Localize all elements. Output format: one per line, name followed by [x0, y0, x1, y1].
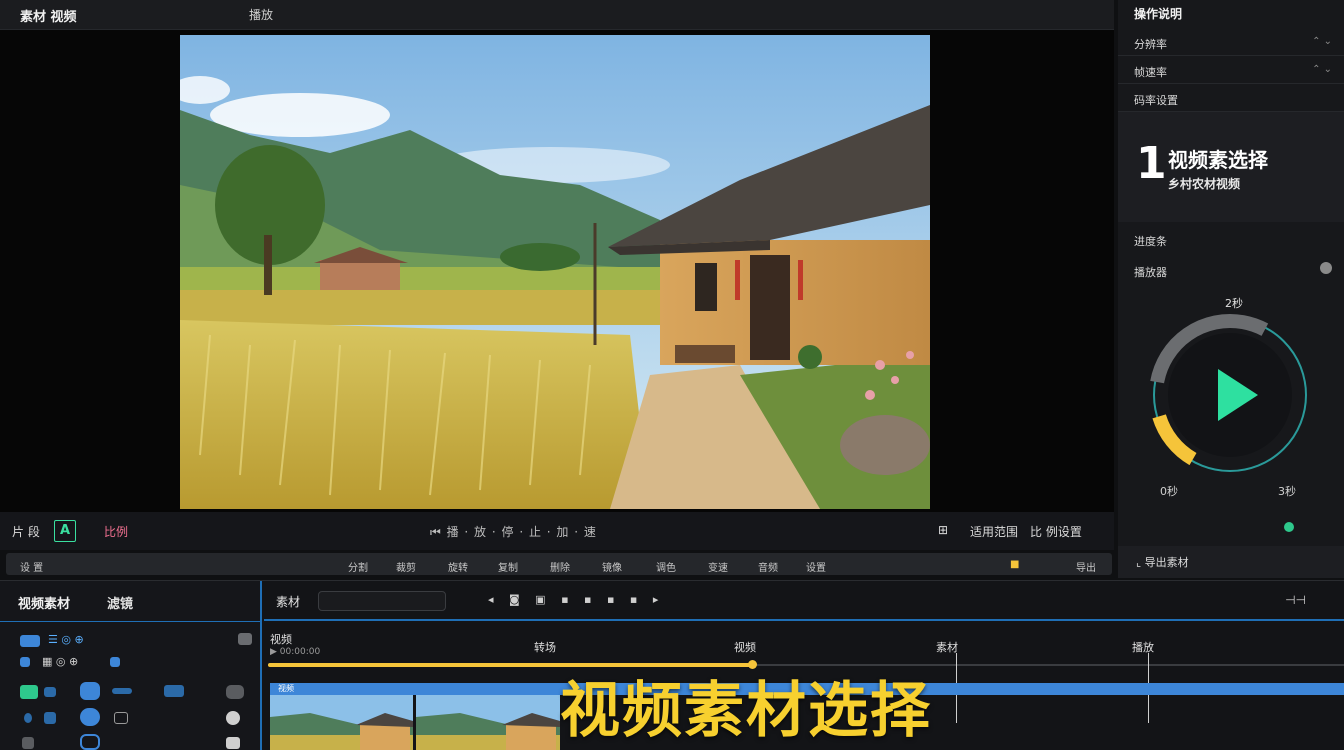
cloud-icon[interactable] [226, 685, 244, 699]
player-label: 播放器 [1134, 266, 1167, 279]
step-badge: 1 视频素选择 乡村农材视频 [1118, 112, 1344, 222]
properties-panel: 操作说明 分辨率 ⌃ ⌄ 帧速率 ⌃ ⌄ 码率设置 1 视频素选择 乡村农材视频… [1118, 0, 1344, 578]
timer-icon[interactable] [226, 711, 240, 725]
video-preview[interactable] [0, 30, 1114, 512]
bullet-icon [20, 657, 30, 667]
ring-left-label: 0秒 [1160, 485, 1178, 498]
library-menu-icon[interactable] [238, 633, 252, 645]
link-icon[interactable] [112, 688, 132, 694]
split-button[interactable]: 分割 [348, 559, 368, 574]
playhead-handle[interactable] [748, 660, 757, 669]
misc-icon[interactable] [22, 737, 34, 749]
folder-icon[interactable] [20, 635, 40, 647]
player-options-icon[interactable] [1320, 262, 1332, 274]
framerate-stepper[interactable]: ⌃ ⌄ [1312, 64, 1332, 75]
rounded-square-icon[interactable] [80, 734, 100, 750]
framerate-label: 帧速率 [1134, 66, 1167, 79]
color-label[interactable]: 比例 [104, 523, 128, 540]
settings-small-icon[interactable] [226, 737, 240, 749]
track-name: 视频 [270, 633, 292, 646]
marker-label: 转场 [534, 641, 556, 654]
audio-button[interactable]: 音频 [758, 559, 778, 574]
settings-button[interactable]: 设 置 [20, 559, 43, 574]
marker-label: 播放 [1132, 641, 1154, 654]
caption-overlay[interactable]: 视频素材选择 [560, 681, 932, 741]
marker-label: 素材 [936, 641, 958, 654]
preview-title: 播放 [249, 8, 274, 22]
export-icon: ■ [1010, 559, 1020, 570]
timeline: 素材 ◂ ◙ ▣ ▪ ▪ ▪ ▪ ▸ ⊣⊣ 视频 ▶ 00:00:00 转场 视… [264, 581, 1344, 750]
step-number: 1 [1136, 138, 1167, 189]
grid-small-icon[interactable] [44, 687, 56, 697]
library-item-b[interactable]: ▦ ◎ ⊕ [42, 655, 78, 668]
marker-label: 视频 [734, 641, 756, 654]
app-title: 素材 视频 [20, 10, 77, 25]
mirror-button[interactable]: 镜像 [602, 559, 622, 574]
clip-thumbnails[interactable] [270, 695, 560, 750]
resolution-row[interactable]: 分辨率 ⌃ ⌄ [1118, 30, 1344, 56]
record-circle-icon[interactable] [80, 682, 100, 700]
clip-bar-label: 视频 [278, 684, 294, 693]
playback-controls[interactable]: ⏮ 播 · 放 · 停 · 止 · 加 · 速 [430, 523, 597, 540]
export-material-label: ⌞ 导出素材 [1136, 556, 1189, 569]
step-heading: 视频素选择 [1168, 148, 1268, 172]
tool-strip: 设 置 分割 裁剪 旋转 复制 删除 镜像 调色 变速 音频 设置 ■ 导出 [0, 550, 1114, 578]
timeline-search-input[interactable] [318, 591, 446, 611]
clip-thumb-icon[interactable] [20, 685, 38, 699]
bitrate-label: 码率设置 [1134, 94, 1178, 107]
track-timecode: ▶ 00:00:00 [270, 647, 321, 657]
clip-thumbnail[interactable] [270, 695, 413, 750]
image-icon[interactable] [44, 712, 56, 724]
record-button[interactable]: A [54, 520, 76, 542]
tab-video-material[interactable]: 视频素材 [18, 593, 70, 612]
resolution-label: 分辨率 [1134, 38, 1167, 51]
crop-button[interactable]: 裁剪 [396, 559, 416, 574]
speed-button[interactable]: 变速 [708, 559, 728, 574]
timeline-ruler[interactable]: 视频 ▶ 00:00:00 转场 视频 素材 播放 [264, 625, 1344, 723]
clip-label: 片 段 [12, 525, 40, 539]
text-box-icon[interactable] [114, 712, 128, 724]
grid-icon[interactable]: ⊞ [938, 523, 948, 537]
panel-title: 操作说明 [1134, 7, 1183, 21]
timeline-progress [268, 663, 752, 667]
step-subheading: 乡村农材视频 [1168, 177, 1241, 191]
drop-icon[interactable] [24, 713, 32, 723]
copy-button[interactable]: 复制 [498, 559, 518, 574]
status-dot-icon [1284, 522, 1294, 532]
color-button[interactable]: 调色 [656, 559, 676, 574]
bullet-icon-2 [110, 657, 120, 667]
ratio-button[interactable]: 比 例设置 [1030, 523, 1082, 540]
progress-label: 进度条 [1134, 235, 1167, 248]
preview-frame [180, 35, 930, 509]
tool-strip-bar: 设 置 分割 裁剪 旋转 复制 删除 镜像 调色 变速 音频 设置 ■ 导出 [6, 553, 1112, 575]
library-item-a[interactable]: ☰ ◎ ⊕ [48, 633, 84, 646]
timeline-zoom-button[interactable]: ⊣⊣ [1285, 593, 1306, 607]
delete-button[interactable]: 删除 [550, 559, 570, 574]
bitrate-row[interactable]: 码率设置 [1118, 86, 1344, 112]
top-bar: 素材 视频 播放 [0, 0, 1114, 30]
framerate-row[interactable]: 帧速率 ⌃ ⌄ [1118, 58, 1344, 84]
tab-filters[interactable]: 滤镜 [107, 593, 133, 612]
resolution-stepper[interactable]: ⌃ ⌄ [1312, 36, 1332, 47]
rotate-button[interactable]: 旋转 [448, 559, 468, 574]
export-button[interactable]: 导出 [1076, 559, 1096, 574]
toggle-icon[interactable] [80, 708, 100, 726]
clip-thumbnail[interactable] [416, 695, 560, 750]
progress-ring [1149, 314, 1311, 476]
timeline-title: 素材 [276, 595, 301, 609]
ring-right-label: 3秒 [1278, 485, 1296, 498]
transport-bar: 片 段 A 比例 ⏮ 播 · 放 · 停 · 止 · 加 · 速 ⊞ 适用范围 … [0, 512, 1114, 550]
material-library: 视频素材 滤镜 ☰ ◎ ⊕ ▦ ◎ ⊕ [0, 581, 262, 750]
tag-icon[interactable] [164, 685, 184, 697]
scope-button[interactable]: 适用范围 [970, 523, 1018, 540]
library-divider [0, 621, 262, 622]
timeline-header: 素材 ◂ ◙ ▣ ▪ ▪ ▪ ▪ ▸ ⊣⊣ [264, 581, 1344, 621]
more-settings-button[interactable]: 设置 [806, 559, 826, 574]
timeline-nav-controls[interactable]: ◂ ◙ ▣ ▪ ▪ ▪ ▪ ▸ [488, 593, 664, 606]
export-material-row[interactable]: ⌞ 导出素材 [1118, 546, 1344, 578]
editor-bottom: 视频素材 滤镜 ☰ ◎ ⊕ ▦ ◎ ⊕ 素材 ◂ ◙ ▣ ▪ ▪ ▪ ▪ ▸ ⊣… [0, 580, 1344, 750]
